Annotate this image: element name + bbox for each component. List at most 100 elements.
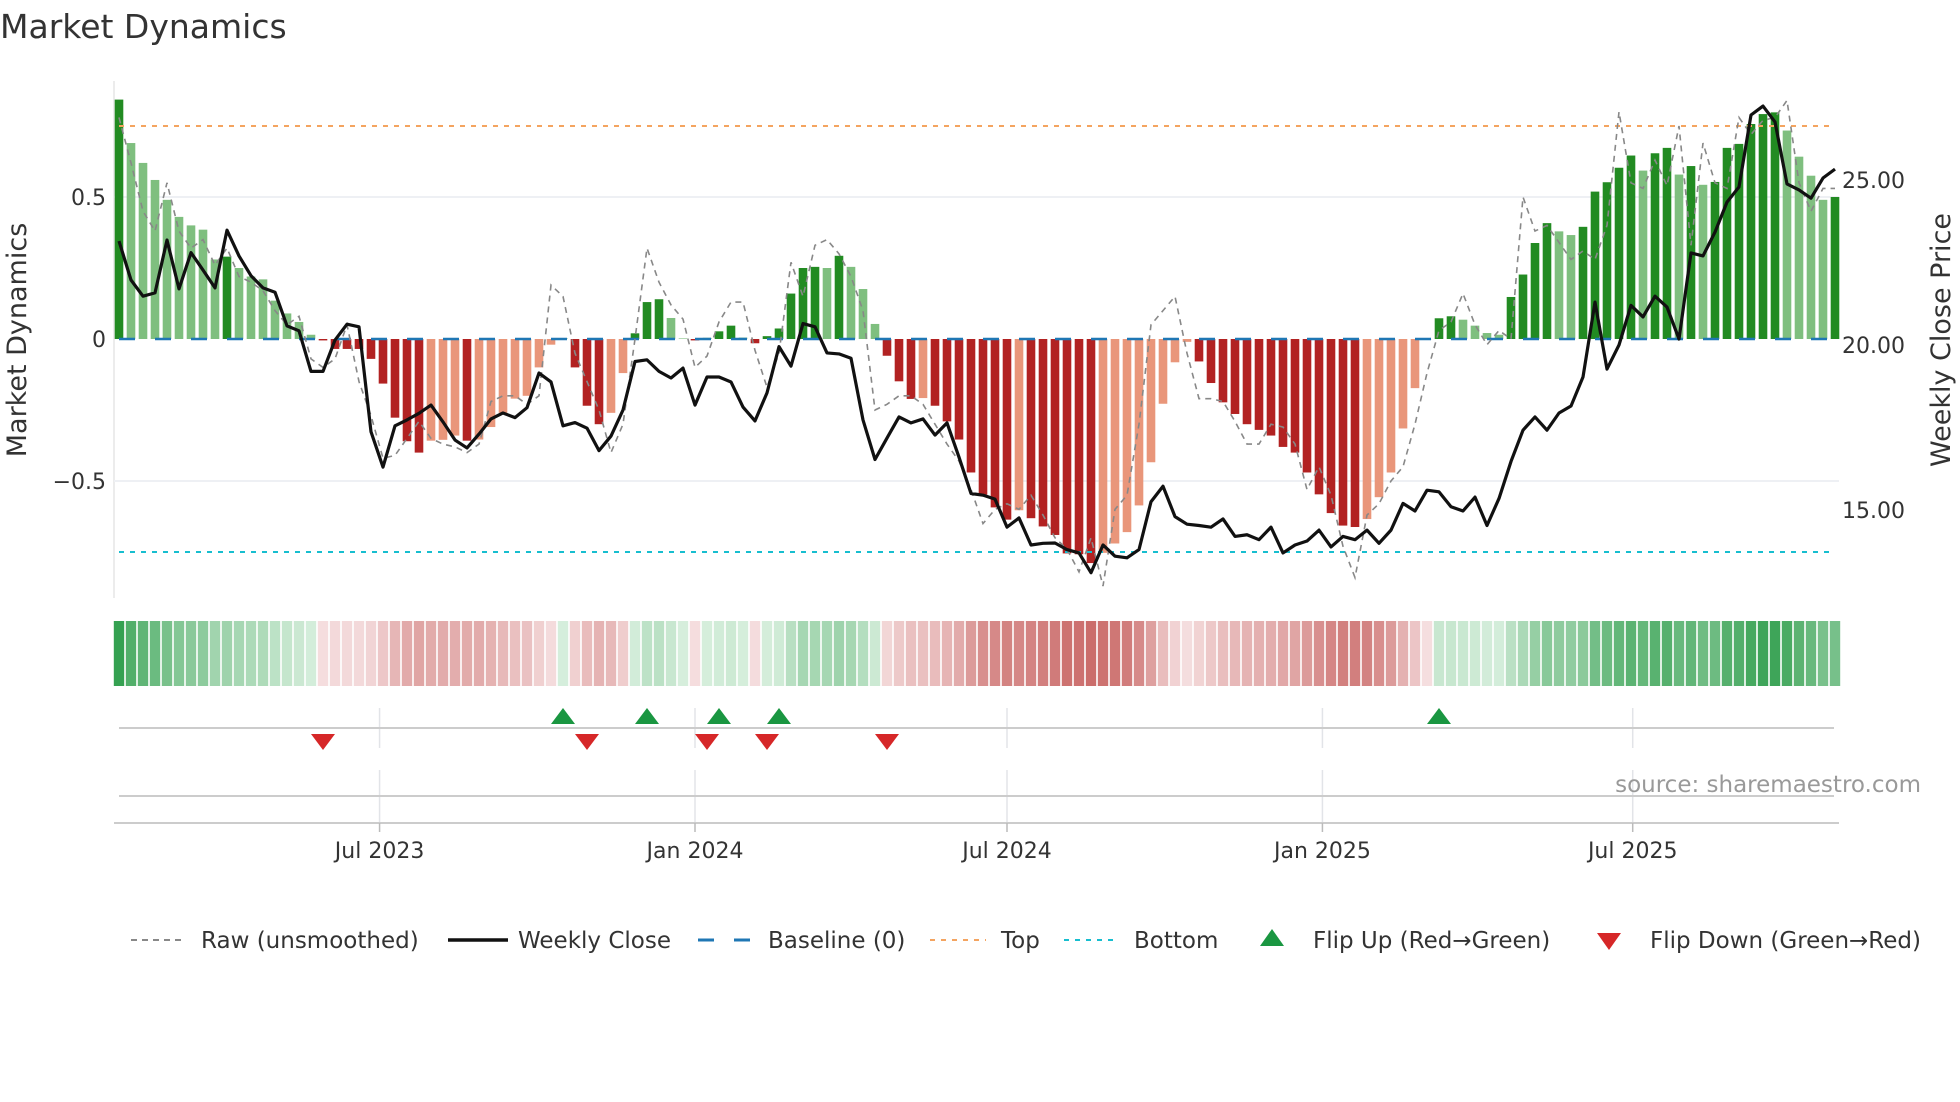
heat-strip-cell (1457, 621, 1469, 686)
momentum-bar (498, 339, 508, 413)
momentum-bar (1566, 235, 1576, 339)
momentum-bar (222, 256, 232, 339)
momentum-bar (1338, 339, 1348, 526)
heat-strip-cell (1193, 621, 1205, 686)
x-gridlines (378, 708, 1634, 823)
momentum-bar (1158, 339, 1168, 404)
heat-strip-cell (569, 621, 581, 686)
momentum-bar (510, 339, 520, 399)
momentum-bar (1098, 339, 1108, 553)
momentum-bar (1038, 339, 1048, 527)
heat-strip-cell (173, 621, 185, 686)
momentum-bar (834, 255, 844, 339)
heat-strip-cell (209, 621, 221, 686)
momentum-bar (966, 339, 976, 473)
heat-strip-cell (1733, 621, 1745, 686)
legend: Raw (unsmoothed) Weekly Close Baseline (… (131, 928, 1921, 954)
flip-down-marker (311, 734, 335, 750)
chart-title: Market Dynamics (0, 7, 287, 46)
heat-strip-cell (245, 621, 257, 686)
heat-strip-cell (1793, 621, 1805, 686)
momentum-bar (270, 300, 280, 339)
heat-strip-cell (953, 621, 965, 686)
momentum-bar (1062, 339, 1072, 554)
heat-strip-cell (1409, 621, 1421, 686)
momentum-bar (1050, 339, 1060, 535)
raw-line (118, 98, 1835, 587)
momentum-bar (1290, 339, 1300, 453)
momentum-bar (1470, 325, 1480, 339)
heat-strip-cell (1553, 621, 1565, 686)
heat-strip-cell (557, 621, 569, 686)
heat-strip-cell (377, 621, 389, 686)
heat-strip-cell (353, 621, 365, 686)
heat-strip-cell (437, 621, 449, 686)
momentum-bar (462, 339, 472, 441)
heat-strip-cell (1049, 621, 1061, 686)
momentum-bar (1710, 181, 1720, 339)
left-tick-0: 0 (92, 328, 106, 353)
legend-flip-up-icon (1260, 929, 1284, 946)
heat-strip-cell (1145, 621, 1157, 686)
momentum-bar (1650, 153, 1660, 339)
momentum-bar (1074, 339, 1084, 555)
heat-strip-cell (233, 621, 245, 686)
heat-strip-cell (653, 621, 665, 686)
heat-strip-cell (605, 621, 617, 686)
heat-strip-cell (1277, 621, 1289, 686)
momentum-bar (234, 268, 244, 339)
heat-strip-cell (1709, 621, 1721, 686)
heat-strip-cell (1085, 621, 1097, 686)
momentum-bar (990, 339, 1000, 508)
legend-close-label: Weekly Close (518, 928, 671, 954)
right-tick-15: 15.00 (1842, 499, 1905, 524)
momentum-bar (474, 339, 484, 440)
heat-strip-cell (1025, 621, 1037, 686)
heat-strip-cell (1325, 621, 1337, 686)
heat-strip-cell (641, 621, 653, 686)
regime-heat-strip (113, 621, 1841, 686)
heat-strip-cell (269, 621, 281, 686)
heat-strip-cell (869, 621, 881, 686)
heat-strip-cell (749, 621, 761, 686)
momentum-bar (1722, 147, 1732, 339)
left-tick-0.5: 0.5 (71, 186, 106, 211)
left-axis-label: Market Dynamics (2, 223, 33, 458)
momentum-bar (402, 339, 412, 442)
heat-strip-cell (497, 621, 509, 686)
momentum-bar (726, 325, 736, 339)
flip-up-marker (707, 708, 731, 724)
heat-strip-cell (1661, 621, 1673, 686)
momentum-bar (138, 162, 148, 339)
momentum-bar (1170, 339, 1180, 363)
x-tick-label: Jul 2024 (960, 839, 1052, 864)
momentum-bar (1698, 184, 1708, 339)
momentum-bar (1206, 339, 1216, 384)
momentum-bar (978, 339, 988, 495)
heat-strip-cell (1037, 621, 1049, 686)
heat-strip-cell (1385, 621, 1397, 686)
heat-strip-cell (545, 621, 557, 686)
heat-strip-cell (917, 621, 929, 686)
heat-strip-cell (161, 621, 173, 686)
heat-strip-cell (1217, 621, 1229, 686)
x-tick-label: Jan 2024 (645, 839, 744, 864)
heat-strip-cell (965, 621, 977, 686)
heat-strip-cell (737, 621, 749, 686)
momentum-bar (1602, 182, 1612, 339)
heat-strip-cell (1769, 621, 1781, 686)
momentum-bar (1362, 339, 1372, 520)
momentum-bar (822, 268, 832, 339)
heat-strip-cell (1181, 621, 1193, 686)
heat-strip-cell (293, 621, 305, 686)
heat-strip-cell (1265, 621, 1277, 686)
heat-strip-cell (473, 621, 485, 686)
heat-strip-cell (1097, 621, 1109, 686)
momentum-bar (1266, 339, 1276, 436)
heat-strip-cell (1421, 621, 1433, 686)
heat-strip-cell (1649, 621, 1661, 686)
heat-strip-cell (449, 621, 461, 686)
heat-strip-cell (197, 621, 209, 686)
heat-strip-cell (797, 621, 809, 686)
heat-strip-cell (905, 621, 917, 686)
